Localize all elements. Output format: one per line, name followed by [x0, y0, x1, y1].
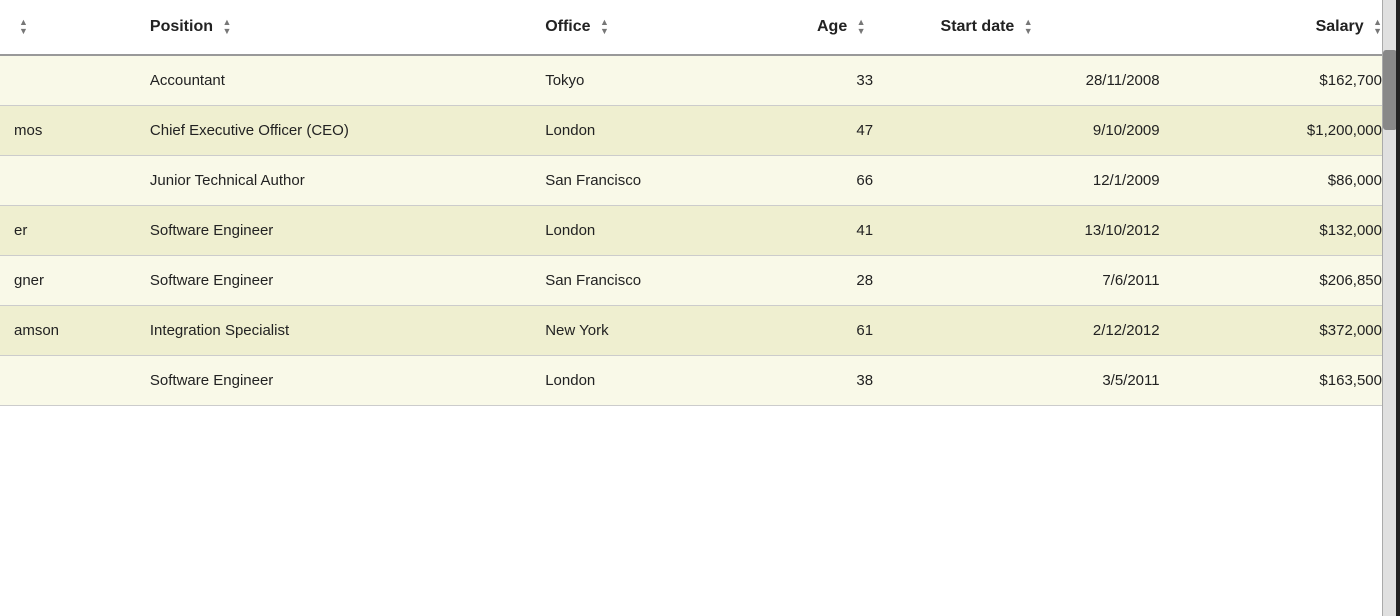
- data-table: ▲▼ Position ▲▼ Office ▲▼ Age ▲▼ Start da…: [0, 0, 1396, 406]
- col-header-position[interactable]: Position ▲▼: [136, 0, 531, 55]
- cell-name: mos: [0, 106, 136, 156]
- col-header-salary-label: Salary: [1316, 18, 1364, 35]
- table-container: ▲▼ Position ▲▼ Office ▲▼ Age ▲▼ Start da…: [0, 0, 1400, 616]
- cell-position: Accountant: [136, 55, 531, 106]
- cell-office: London: [531, 106, 803, 156]
- cell-salary: $86,000: [1174, 156, 1396, 206]
- col-header-salary[interactable]: Salary ▲▼: [1174, 0, 1396, 55]
- cell-salary: $1,200,000: [1174, 106, 1396, 156]
- cell-startdate: 3/5/2011: [927, 356, 1174, 406]
- col-header-office[interactable]: Office ▲▼: [531, 0, 803, 55]
- cell-office: San Francisco: [531, 256, 803, 306]
- sort-icon-position[interactable]: ▲▼: [222, 18, 231, 36]
- cell-salary: $372,000: [1174, 306, 1396, 356]
- cell-office: New York: [531, 306, 803, 356]
- table-row: mosChief Executive Officer (CEO)London47…: [0, 106, 1396, 156]
- cell-office: London: [531, 356, 803, 406]
- sort-icon-startdate[interactable]: ▲▼: [1024, 18, 1033, 36]
- cell-position: Integration Specialist: [136, 306, 531, 356]
- scrollbar[interactable]: [1382, 0, 1396, 616]
- cell-office: Tokyo: [531, 55, 803, 106]
- table-row: erSoftware EngineerLondon4113/10/2012$13…: [0, 206, 1396, 256]
- cell-salary: $163,500: [1174, 356, 1396, 406]
- cell-salary: $206,850: [1174, 256, 1396, 306]
- cell-position: Chief Executive Officer (CEO): [136, 106, 531, 156]
- sort-icon-salary[interactable]: ▲▼: [1373, 18, 1382, 36]
- cell-salary: $162,700: [1174, 55, 1396, 106]
- table-row: amsonIntegration SpecialistNew York612/1…: [0, 306, 1396, 356]
- cell-name: [0, 356, 136, 406]
- cell-startdate: 13/10/2012: [927, 206, 1174, 256]
- sort-icon-name[interactable]: ▲▼: [19, 18, 28, 36]
- cell-startdate: 7/6/2011: [927, 256, 1174, 306]
- cell-startdate: 12/1/2009: [927, 156, 1174, 206]
- cell-name: [0, 156, 136, 206]
- cell-startdate: 2/12/2012: [927, 306, 1174, 356]
- col-header-startdate[interactable]: Start date ▲▼: [927, 0, 1174, 55]
- cell-office: London: [531, 206, 803, 256]
- cell-position: Software Engineer: [136, 206, 531, 256]
- cell-position: Software Engineer: [136, 356, 531, 406]
- cell-name: gner: [0, 256, 136, 306]
- cell-startdate: 28/11/2008: [927, 55, 1174, 106]
- cell-name: er: [0, 206, 136, 256]
- cell-age: 66: [803, 156, 927, 206]
- cell-position: Software Engineer: [136, 256, 531, 306]
- cell-startdate: 9/10/2009: [927, 106, 1174, 156]
- table-header-row: ▲▼ Position ▲▼ Office ▲▼ Age ▲▼ Start da…: [0, 0, 1396, 55]
- table-body: AccountantTokyo3328/11/2008$162,700mosCh…: [0, 55, 1396, 406]
- cell-salary: $132,000: [1174, 206, 1396, 256]
- cell-name: [0, 55, 136, 106]
- col-header-age[interactable]: Age ▲▼: [803, 0, 927, 55]
- sort-icon-office[interactable]: ▲▼: [600, 18, 609, 36]
- col-header-age-label: Age: [817, 18, 847, 35]
- cell-age: 28: [803, 256, 927, 306]
- table-row: Junior Technical AuthorSan Francisco6612…: [0, 156, 1396, 206]
- cell-age: 47: [803, 106, 927, 156]
- scrollbar-thumb[interactable]: [1383, 50, 1397, 130]
- col-header-position-label: Position: [150, 18, 213, 35]
- cell-age: 41: [803, 206, 927, 256]
- table-row: AccountantTokyo3328/11/2008$162,700: [0, 55, 1396, 106]
- cell-age: 61: [803, 306, 927, 356]
- cell-age: 33: [803, 55, 927, 106]
- cell-name: amson: [0, 306, 136, 356]
- col-header-startdate-label: Start date: [941, 18, 1015, 35]
- cell-age: 38: [803, 356, 927, 406]
- col-header-name[interactable]: ▲▼: [0, 0, 136, 55]
- table-row: gnerSoftware EngineerSan Francisco287/6/…: [0, 256, 1396, 306]
- table-row: Software EngineerLondon383/5/2011$163,50…: [0, 356, 1396, 406]
- col-header-office-label: Office: [545, 18, 590, 35]
- sort-icon-age[interactable]: ▲▼: [857, 18, 866, 36]
- cell-office: San Francisco: [531, 156, 803, 206]
- cell-position: Junior Technical Author: [136, 156, 531, 206]
